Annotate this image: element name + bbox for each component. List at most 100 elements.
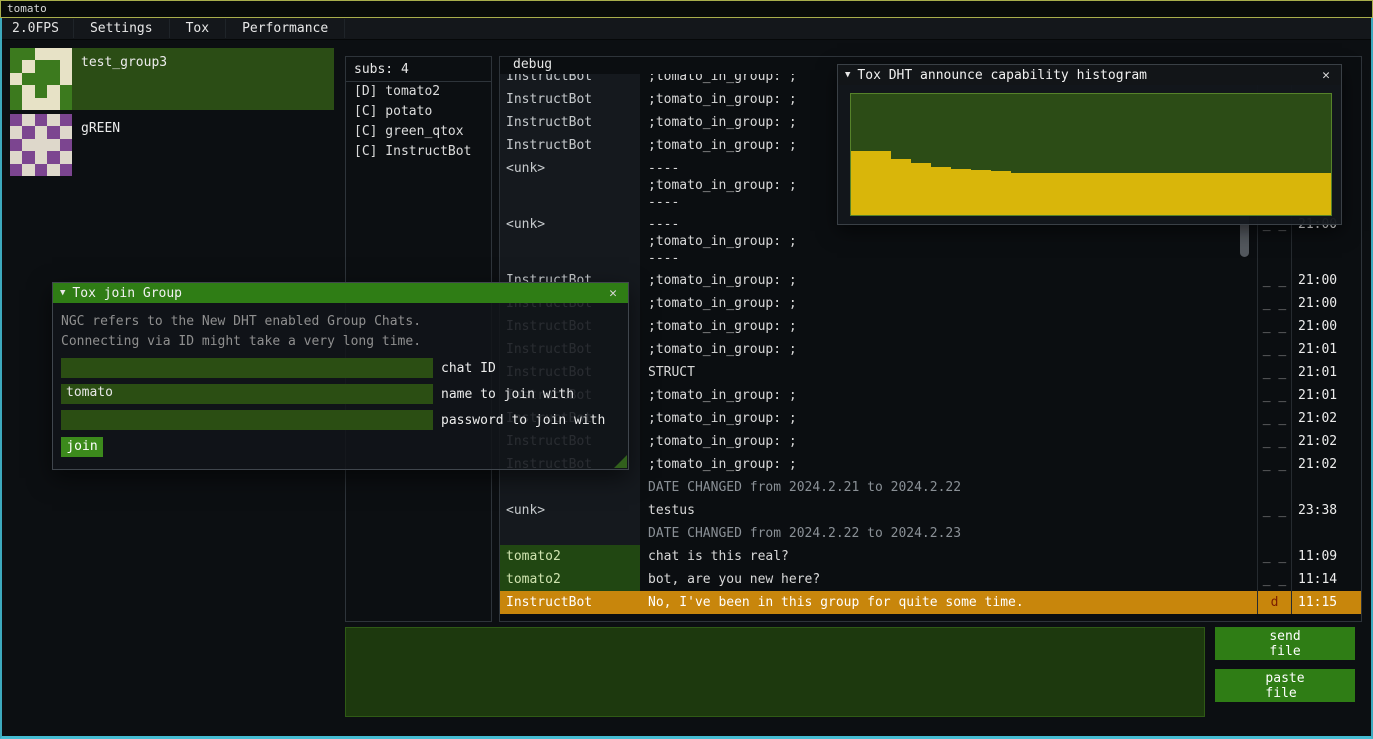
message-time [1291,522,1361,545]
message-row: DATE CHANGED from 2024.2.21 to 2024.2.22 [500,476,1361,499]
message-author: <unk> [500,213,640,269]
join-password-input[interactable] [61,410,433,430]
message-time: 23:38 [1291,499,1361,522]
message-author [500,522,640,545]
join-button[interactable]: join [61,437,103,457]
collapse-arrow-icon[interactable]: ▼ [845,70,850,80]
message-flags: _ _ [1257,384,1291,407]
paste-file-button[interactable]: paste file [1215,669,1355,702]
join-group-titlebar[interactable]: ▼ Tox join Group ✕ [53,283,628,303]
message-flags: _ _ [1257,407,1291,430]
member-item[interactable]: [C] InstructBot [346,142,491,162]
message-input[interactable] [345,627,1205,717]
message-flags: _ _ [1257,453,1291,476]
menu-item-tox[interactable]: Tox [169,19,225,38]
message-text: ;tomato_in_group: ; [640,407,1257,430]
histogram-bar [1231,173,1251,215]
histogram-bar [911,163,931,215]
histogram-bar [1251,173,1271,215]
dialog-info-line: NGC refers to the New DHT enabled Group … [61,312,620,332]
collapse-arrow-icon[interactable]: ▼ [60,288,65,298]
histogram-bar [891,159,911,215]
group-avatar [10,48,72,110]
message-time: 21:00 [1291,292,1361,315]
message-time: 11:14 [1291,568,1361,591]
message-time: 21:02 [1291,453,1361,476]
message-row: tomato2chat is this real?_ _11:09 [500,545,1361,568]
dht-histogram-window: ▼ Tox DHT announce capability histogram … [837,64,1342,225]
message-flags: _ _ [1257,568,1291,591]
member-item[interactable]: [C] potato [346,102,491,122]
message-text: chat is this real? [640,545,1257,568]
message-row: InstructBot;tomato_in_group: ;_ _21:00 [500,315,1361,338]
histogram-plot [850,93,1332,216]
group-item-gREEN[interactable]: gREEN [10,114,334,176]
message-row: tomato2bot, are you new here?_ _11:14 [500,568,1361,591]
join-group-dialog: ▼ Tox join Group ✕ NGC refers to the New… [52,282,629,470]
message-text: No, I've been in this group for quite so… [640,591,1257,614]
message-flags [1257,476,1291,499]
message-author: <unk> [500,499,640,522]
message-text: ;tomato_in_group: ; [640,269,1257,292]
app-window: tomato 2.0FPS SettingsToxPerformance tes… [0,0,1373,739]
message-time: 11:09 [1291,545,1361,568]
dialog-field-label: chat ID [441,361,496,376]
join-name-input[interactable]: tomato [61,384,433,404]
histogram-bar [1311,173,1331,215]
message-row: DATE CHANGED from 2024.2.22 to 2024.2.23 [500,522,1361,545]
message-text: ;tomato_in_group: ; [640,338,1257,361]
join-group-body: NGC refers to the New DHT enabled Group … [53,303,628,457]
histogram-bar [1211,173,1231,215]
group-item-test_group3[interactable]: test_group3 [10,48,334,110]
message-row: InstructBot;tomato_in_group: ;_ _21:02 [500,407,1361,430]
histogram-bar [1271,173,1291,215]
histogram-bar [1011,173,1031,215]
histogram-bar [1191,173,1211,215]
message-author: InstructBot [500,134,640,157]
chat-id-input[interactable] [61,358,433,378]
message-text: ;tomato_in_group: ; [640,315,1257,338]
resize-grip[interactable] [614,455,627,468]
histogram-bar [1031,173,1051,215]
message-row: InstructBot;tomato_in_group: ;_ _21:02 [500,430,1361,453]
message-text: ;tomato_in_group: ; [640,292,1257,315]
member-item[interactable]: [C] green_qtox [346,122,491,142]
message-time: 21:01 [1291,338,1361,361]
fps-counter: 2.0FPS [12,21,73,36]
member-item[interactable]: [D] tomato2 [346,82,491,102]
message-author: InstructBot [500,591,640,614]
send-file-button[interactable]: send file [1215,627,1355,660]
message-text: ;tomato_in_group: ; [640,453,1257,476]
histogram-bar [1091,173,1111,215]
message-text: bot, are you new here? [640,568,1257,591]
dialog-field-row: chat ID [61,358,620,378]
menu-bar: 2.0FPS SettingsToxPerformance [2,18,1371,40]
histogram-bar [951,169,971,215]
message-text: DATE CHANGED from 2024.2.22 to 2024.2.23 [640,522,1257,545]
message-row: InstructBotNo, I've been in this group f… [500,591,1361,614]
send-file-label: send file [1269,629,1300,659]
message-time: 21:00 [1291,269,1361,292]
message-row: InstructBot;tomato_in_group: ;_ _21:01 [500,338,1361,361]
message-time: 21:02 [1291,430,1361,453]
menu-items: SettingsToxPerformance [73,18,345,39]
close-icon[interactable]: ✕ [605,286,621,301]
message-author: InstructBot [500,111,640,134]
message-row: InstructBot;tomato_in_group: ;_ _21:02 [500,453,1361,476]
subs-header: subs: 4 [346,57,491,82]
message-row: InstructBot;tomato_in_group: ;_ _21:00 [500,292,1361,315]
dht-histogram-titlebar[interactable]: ▼ Tox DHT announce capability histogram … [838,65,1341,85]
menu-item-performance[interactable]: Performance [225,19,345,38]
message-flags: _ _ [1257,430,1291,453]
message-row: InstructBot;tomato_in_group: ;_ _21:00 [500,269,1361,292]
message-time: 21:01 [1291,361,1361,384]
message-text: STRUCT [640,361,1257,384]
histogram-bar [871,151,891,215]
message-author: InstructBot [500,74,640,88]
histogram-bar [1291,173,1311,215]
dialog-field-label: password to join with [441,413,605,428]
menu-item-settings[interactable]: Settings [73,19,169,38]
close-icon[interactable]: ✕ [1318,68,1334,83]
message-row: InstructBot;tomato_in_group: ;_ _21:01 [500,384,1361,407]
group-name: gREEN [72,114,120,176]
